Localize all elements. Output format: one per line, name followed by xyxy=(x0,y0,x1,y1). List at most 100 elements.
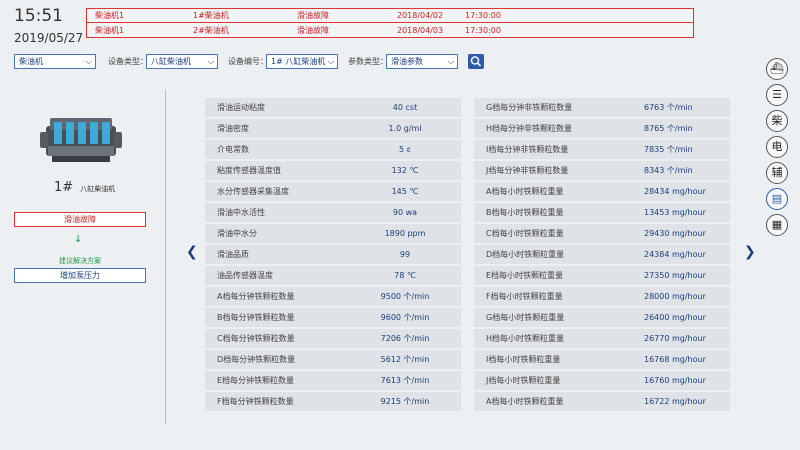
alarm-device: 柴油机1 xyxy=(95,11,125,20)
param-value: 24384 mg/hour xyxy=(644,250,706,259)
table-row: 油品传感器温度 78 ℃ xyxy=(205,266,461,285)
table-row: D档每分钟铁颗粒数量 5612 个/min xyxy=(205,350,461,369)
ship-icon[interactable]: ⛴ xyxy=(766,58,788,80)
alarm-date: 2018/04/02 xyxy=(397,11,444,20)
device-type-select[interactable]: 八缸柴油机 ⌵ xyxy=(146,54,218,69)
param-value: 5612 个/min xyxy=(380,355,430,364)
table-row: 介电常数 5 ε xyxy=(205,140,461,159)
table-row: A档每分钟铁颗粒数量 9500 个/min xyxy=(205,287,461,306)
alarm-time: 17:30:00 xyxy=(465,11,501,20)
device-no-select[interactable]: 1# 八缸柴油机 ⌵ xyxy=(266,54,338,69)
engine-label: 八缸柴油机 xyxy=(80,185,116,193)
fu-icon[interactable]: 辅 xyxy=(766,162,788,184)
param-label: F档每分钟铁颗粒数量 xyxy=(217,397,294,406)
report-icon[interactable]: ▦ xyxy=(766,214,788,236)
param-value: 16760 mg/hour xyxy=(644,376,706,385)
chai-icon[interactable]: 柴 xyxy=(766,110,788,132)
param-label: 滑油中水活性 xyxy=(217,208,265,217)
param-label: E档每分钟铁颗粒数量 xyxy=(217,376,295,385)
param-label: H档每分钟非铁颗粒数量 xyxy=(486,124,573,133)
table-row: C档每小时铁颗粒重量 29430 mg/hour xyxy=(474,224,730,243)
clock-time: 15:51 xyxy=(14,6,63,26)
table-row: 水分传感器采集温度 145 ℃ xyxy=(205,182,461,201)
param-label: D档每分钟铁颗粒数量 xyxy=(217,355,296,364)
param-label: I档每分钟非铁颗粒数量 xyxy=(486,145,569,154)
param-value: 7835 个/min xyxy=(644,145,693,154)
param-value: 9215 个/min xyxy=(380,397,430,406)
alarm-time: 17:30:00 xyxy=(465,25,501,35)
param-label: C档每分钟铁颗粒数量 xyxy=(217,334,295,343)
alarm-list: 柴油机1 1#柴油机 滑油故障 2018/04/02 17:30:00 柴油机1… xyxy=(86,8,694,38)
param-label: J档每小时铁颗粒重量 xyxy=(486,376,561,385)
chevron-down-icon: ⌵ xyxy=(207,57,214,66)
param-label: J档每分钟非铁颗粒数量 xyxy=(486,166,569,175)
alarm-device: 柴油机1 xyxy=(95,25,125,35)
menu-icon[interactable]: ☰ xyxy=(766,84,788,106)
param-table-right: G档每分钟非铁颗粒数量 6763 个/min H档每分钟非铁颗粒数量 8765 个/m… xyxy=(474,98,730,413)
param-label: B档每分钟铁颗粒数量 xyxy=(217,313,295,322)
table-row: B档每小时铁颗粒重量 13453 mg/hour xyxy=(474,203,730,222)
category-select[interactable]: 柴油机 ⌵ xyxy=(14,54,96,69)
param-label: D档每小时铁颗粒重量 xyxy=(486,250,565,259)
param-value: 90 wa xyxy=(392,208,418,217)
alarm-type: 滑油故障 xyxy=(297,25,329,35)
table-row: 滑油密度 1.0 g/ml xyxy=(205,119,461,138)
param-label: A档每分钟铁颗粒数量 xyxy=(217,292,295,301)
param-value: 8343 个/min xyxy=(644,166,693,175)
param-value: 26770 mg/hour xyxy=(644,334,706,343)
param-type-label: 参数类型： xyxy=(348,57,388,66)
param-value: 99 xyxy=(399,250,411,259)
prev-page-icon[interactable]: ❮ xyxy=(186,244,198,260)
chevron-down-icon: ⌵ xyxy=(85,57,92,66)
document-icon[interactable]: ▤ xyxy=(766,188,788,210)
table-row: G档每分钟非铁颗粒数量 6763 个/min xyxy=(474,98,730,117)
engine-image xyxy=(40,118,122,162)
table-row: F档每小时铁颗粒重量 28000 mg/hour xyxy=(474,287,730,306)
dian-icon[interactable]: 电 xyxy=(766,136,788,158)
next-page-icon[interactable]: ❯ xyxy=(744,244,756,260)
param-label: H档每小时铁颗粒重量 xyxy=(486,334,565,343)
param-label: 介电常数 xyxy=(217,145,249,154)
param-value: 1.0 g/ml xyxy=(388,124,422,133)
alarm-row[interactable]: 柴油机1 2#柴油机 滑油故障 2018/04/03 17:30:00 xyxy=(87,23,693,37)
divider xyxy=(165,90,166,424)
table-row: H档每分钟非铁颗粒数量 8765 个/min xyxy=(474,119,730,138)
param-label: I档每小时铁颗粒重量 xyxy=(486,355,561,364)
param-value: 78 ℃ xyxy=(394,271,416,280)
table-row: A档每小时铁颗粒重量 28434 mg/hour xyxy=(474,182,730,201)
param-label: 粘度传感器温度值 xyxy=(217,166,281,175)
param-value: 16722 mg/hour xyxy=(644,397,706,406)
param-label: 滑油运动粘度 xyxy=(217,103,265,112)
param-value: 9500 个/min xyxy=(380,292,430,301)
param-value: 7613 个/min xyxy=(380,376,430,385)
param-label: C档每小时铁颗粒重量 xyxy=(486,229,564,238)
clock: 15:51 2019/05/27 xyxy=(14,6,83,45)
chevron-down-icon: ⌵ xyxy=(447,57,454,66)
param-label: G档每分钟非铁颗粒数量 xyxy=(486,103,573,112)
param-value: 9600 个/min xyxy=(380,313,430,322)
alarm-unit: 1#柴油机 xyxy=(193,11,229,20)
param-value: 132 ℃ xyxy=(391,166,419,175)
table-row: E档每小时铁颗粒重量 27350 mg/hour xyxy=(474,266,730,285)
param-label: 滑油中水分 xyxy=(217,229,257,238)
alarm-row[interactable]: 柴油机1 1#柴油机 滑油故障 2018/04/02 17:30:00 xyxy=(87,9,693,23)
param-label: 水分传感器采集温度 xyxy=(217,187,289,196)
param-value: 29430 mg/hour xyxy=(644,229,706,238)
table-row: F档每分钟铁颗粒数量 9215 个/min xyxy=(205,392,461,411)
table-row: E档每分钟铁颗粒数量 7613 个/min xyxy=(205,371,461,390)
param-value: 8765 个/min xyxy=(644,124,693,133)
solution-button[interactable]: 增加泵压力 xyxy=(14,268,146,283)
device-type-value: 八缸柴油机 xyxy=(151,57,191,66)
param-type-select[interactable]: 滑油参数 ⌵ xyxy=(386,54,458,69)
param-label: G档每小时铁颗粒重量 xyxy=(486,313,565,322)
param-value: 40 cst xyxy=(392,103,418,112)
param-value: 27350 mg/hour xyxy=(644,271,706,280)
param-label: F档每小时铁颗粒重量 xyxy=(486,292,563,301)
table-row: 滑油中水活性 90 wa xyxy=(205,203,461,222)
param-value: 5 ε xyxy=(399,145,411,154)
table-row: G档每小时铁颗粒重量 26400 mg/hour xyxy=(474,308,730,327)
param-value: 7206 个/min xyxy=(380,334,430,343)
clock-date: 2019/05/27 xyxy=(14,31,84,45)
table-row: J档每分钟非铁颗粒数量 8343 个/min xyxy=(474,161,730,180)
search-button[interactable] xyxy=(468,54,484,69)
